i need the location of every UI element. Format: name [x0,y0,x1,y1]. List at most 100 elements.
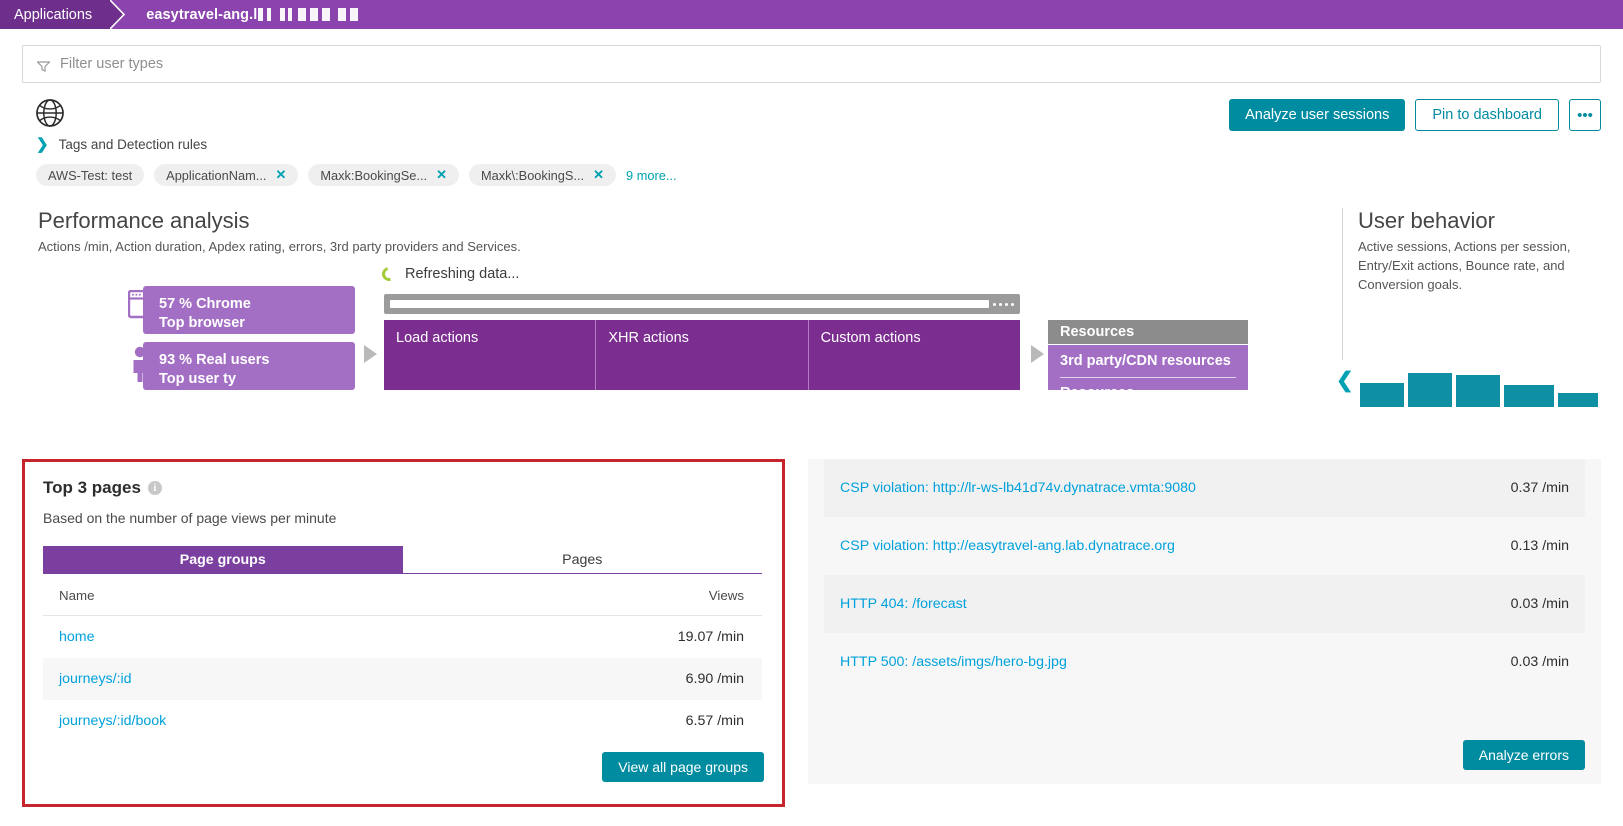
top-pages-card: Top 3 pages i Based on the number of pag… [22,459,785,807]
top-pages-tabs: Page groups Pages [43,546,762,574]
tag-remove-icon[interactable]: ✕ [275,167,286,183]
page-group-link[interactable]: home [59,629,95,645]
breadcrumb-title-text: easytravel-ang.l [146,6,258,23]
error-name-link[interactable]: CSP violation: http://easytravel-ang.lab… [840,538,1175,554]
tag-remove-icon[interactable]: ✕ [436,167,447,183]
error-name-link[interactable]: CSP violation: http://lr-ws-lb41d74v.dyn… [840,480,1196,496]
user-behavior-section: User behavior Active sessions, Actions p… [1358,208,1598,295]
analyze-errors-button[interactable]: Analyze errors [1462,740,1585,770]
flow-arrow-icon [364,345,378,363]
column-header-name: Name [43,574,440,616]
xhr-actions-column[interactable]: XHR actions [595,320,807,390]
lower-cards-region: Top 3 pages i Based on the number of pag… [0,432,1623,826]
top-browser-label: Top browser [159,315,245,331]
header-actions: Analyze user sessions Pin to dashboard •… [1229,97,1601,131]
resources-header: Resources [1048,320,1248,344]
flow-arrow-icon [1031,345,1045,363]
top-pages-footer: View all page groups [602,752,764,782]
resources-label: Resources [1060,385,1135,401]
errors-list: CSP violation: http://lr-ws-lb41d74v.dyn… [808,459,1601,691]
action-types-bar: Load actions XHR actions Custom actions [384,320,1020,390]
performance-analysis-title: Performance analysis [38,208,250,233]
page-group-views: 6.90 /min [685,671,744,687]
top-user-type-tile[interactable]: 93 % Real users Top user ty [143,342,355,390]
errors-footer: Analyze errors [1462,740,1585,770]
column-header-views: Views [439,574,762,616]
table-row[interactable]: journeys/:id 6.90 /min [43,658,762,700]
entity-detail-header: Analyze user sessions Pin to dashboard •… [0,83,1623,186]
tag-chip[interactable]: AWS-Test: test [36,164,145,186]
page-group-link[interactable]: journeys/:id/book [59,713,166,729]
tag-label: ApplicationNam... [166,167,267,183]
more-options-button[interactable]: ••• [1569,99,1601,131]
user-behavior-bar-graphic [1360,373,1598,417]
redacted-title-block [258,8,359,21]
errors-card: CSP violation: http://lr-ws-lb41d74v.dyn… [808,459,1601,784]
filter-user-types[interactable]: Filter user types [22,45,1601,83]
performance-analysis-subtitle: Actions /min, Action duration, Apdex rat… [38,239,521,254]
analyze-user-sessions-button[interactable]: Analyze user sessions [1229,99,1406,131]
user-behavior-subtitle: Active sessions, Actions per session, En… [1358,239,1571,292]
info-icon[interactable]: i [147,481,162,495]
resources-divider [1060,377,1236,378]
resources-header-label: Resources [1060,324,1135,340]
actions-scrollbar[interactable] [384,294,1020,314]
breadcrumb-current-title: easytravel-ang.l [110,0,359,29]
globe-icon [34,97,66,129]
loading-spinner-icon [379,264,399,284]
tag-list: AWS-Test: test ApplicationNam... ✕ Maxk:… [36,164,1601,186]
custom-actions-column[interactable]: Custom actions [807,320,1020,390]
view-all-page-groups-button[interactable]: View all page groups [602,752,764,782]
error-row[interactable]: CSP violation: http://easytravel-ang.lab… [824,517,1585,575]
top-pages-table: Name Views home 19.07 /min journeys/:id … [43,574,762,742]
chevron-left-icon[interactable]: ❮ [1336,370,1354,391]
scrollbar-track[interactable] [390,300,989,308]
error-name-link[interactable]: HTTP 500: /assets/imgs/hero-bg.jpg [840,654,1067,670]
pin-to-dashboard-button[interactable]: Pin to dashboard [1415,99,1559,131]
table-row[interactable]: home 19.07 /min [43,616,762,659]
load-actions-label: Load actions [396,330,479,346]
section-divider [1342,208,1343,360]
filter-placeholder-text: Filter user types [60,56,164,72]
error-rate: 0.03 /min [1510,596,1569,612]
table-row[interactable]: journeys/:id/book 6.57 /min [43,700,762,742]
tag-label: Maxk:BookingSe... [320,167,428,183]
user-behavior-title: User behavior [1358,208,1495,233]
tag-chip[interactable]: ApplicationNam... ✕ [154,164,299,186]
load-actions-column[interactable]: Load actions [384,320,595,390]
custom-actions-label: Custom actions [820,330,921,346]
top-browser-stat: 57 % Chrome [159,296,251,312]
page-group-link[interactable]: journeys/:id [59,671,132,687]
breadcrumb-chevron-icon [110,0,130,29]
breadcrumb-applications-label: Applications [14,6,93,23]
xhr-actions-label: XHR actions [608,330,689,346]
page-group-views: 6.57 /min [685,713,744,729]
tab-page-groups[interactable]: Page groups [43,546,403,574]
refresh-status-text: Refreshing data... [405,266,520,282]
tags-show-more-link[interactable]: 9 more... [626,168,677,183]
tag-remove-icon[interactable]: ✕ [593,167,604,183]
resources-tile[interactable]: 3rd party/CDN resources Resources [1048,345,1248,401]
chevron-right-icon: ❯ [36,136,49,153]
breadcrumb-bar: Applications easytravel-ang.l [0,0,1623,29]
tag-label: Maxk\:BookingS... [480,167,585,183]
error-row[interactable]: CSP violation: http://lr-ws-lb41d74v.dyn… [824,459,1585,517]
error-rate: 0.37 /min [1510,480,1569,496]
funnel-icon [36,59,51,72]
top-user-type-label: Top user ty [159,371,237,387]
tags-detection-rules-toggle[interactable]: ❯ Tags and Detection rules [36,137,1601,152]
error-row[interactable]: HTTP 404: /forecast 0.03 /min [824,575,1585,633]
tab-pages[interactable]: Pages [402,546,762,574]
tag-chip[interactable]: Maxk\:BookingS... ✕ [468,164,617,186]
refresh-status: Refreshing data... [379,264,520,284]
third-party-cdn-resources-label: 3rd party/CDN resources [1060,353,1231,369]
top-browser-tile[interactable]: 57 % Chrome Top browser [143,286,355,334]
infographic-band: Performance analysis Actions /min, Actio… [0,208,1623,417]
error-row[interactable]: HTTP 500: /assets/imgs/hero-bg.jpg 0.03 … [824,633,1585,691]
breadcrumb-applications[interactable]: Applications [0,0,126,29]
tag-label: AWS-Test: test [48,167,133,183]
page-group-views: 19.07 /min [677,629,744,645]
tag-chip[interactable]: Maxk:BookingSe... ✕ [308,164,459,186]
error-name-link[interactable]: HTTP 404: /forecast [840,596,967,612]
scrollbar-grip-icon [993,302,1014,306]
